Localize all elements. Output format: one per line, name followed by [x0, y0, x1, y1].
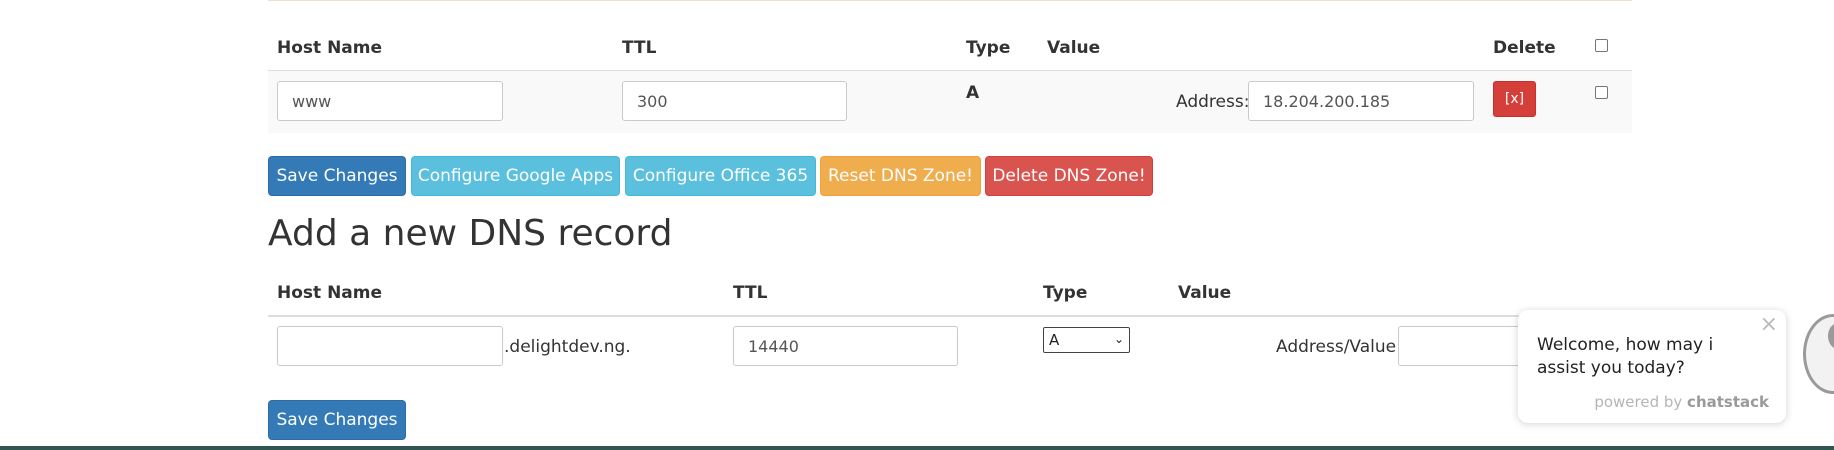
save-changes-button[interactable]: Save Changes — [268, 156, 406, 196]
new-col-value: Value — [1178, 283, 1232, 303]
address-input[interactable]: 18.204.200.185 — [1248, 81, 1474, 121]
record-type: A — [966, 83, 980, 103]
address-value-label: Address/Value: — [1276, 337, 1402, 357]
select-all-checkbox[interactable] — [1595, 39, 1608, 52]
address-label: Address: — [1176, 92, 1250, 112]
delete-record-button[interactable]: [x] — [1493, 81, 1536, 117]
col-type: Type — [966, 38, 1011, 58]
delete-dns-zone-button[interactable]: Delete DNS Zone! — [985, 156, 1153, 196]
domain-suffix: .delightdev.ng. — [504, 337, 631, 357]
new-ttl-input[interactable]: 14440 — [733, 326, 958, 366]
type-select[interactable]: A ⌄ — [1043, 327, 1130, 353]
col-host-name: Host Name — [277, 38, 383, 58]
chat-popup[interactable]: × Welcome, how may i assist you today? p… — [1518, 310, 1786, 423]
page-title: Add a new DNS record — [268, 213, 673, 254]
col-value: Value — [1047, 38, 1101, 58]
chat-avatar[interactable] — [1803, 314, 1834, 394]
col-ttl: TTL — [622, 38, 657, 58]
type-select-value: A — [1049, 331, 1060, 349]
powered-by: powered by chatstack — [1594, 393, 1769, 411]
header-divider — [268, 315, 1528, 317]
chevron-down-icon: ⌄ — [1113, 332, 1124, 346]
top-divider — [268, 0, 1632, 1]
new-host-name-input[interactable] — [277, 326, 503, 366]
configure-google-apps-button[interactable]: Configure Google Apps — [411, 156, 620, 196]
bottom-bar — [0, 446, 1834, 450]
configure-office-365-button[interactable]: Configure Office 365 — [625, 156, 816, 196]
new-col-host-name: Host Name — [277, 283, 383, 303]
col-delete: Delete — [1493, 38, 1556, 58]
add-save-changes-button[interactable]: Save Changes — [268, 400, 406, 440]
row-checkbox[interactable] — [1595, 86, 1608, 99]
host-name-input[interactable]: www — [277, 81, 503, 121]
new-col-ttl: TTL — [733, 283, 768, 303]
new-col-type: Type — [1043, 283, 1088, 303]
close-icon[interactable]: × — [1760, 312, 1778, 337]
new-address-input[interactable] — [1398, 326, 1528, 366]
ttl-input[interactable]: 300 — [622, 81, 847, 121]
chat-welcome-message: Welcome, how may i assist you today? — [1537, 335, 1714, 378]
reset-dns-zone-button[interactable]: Reset DNS Zone! — [820, 156, 981, 196]
